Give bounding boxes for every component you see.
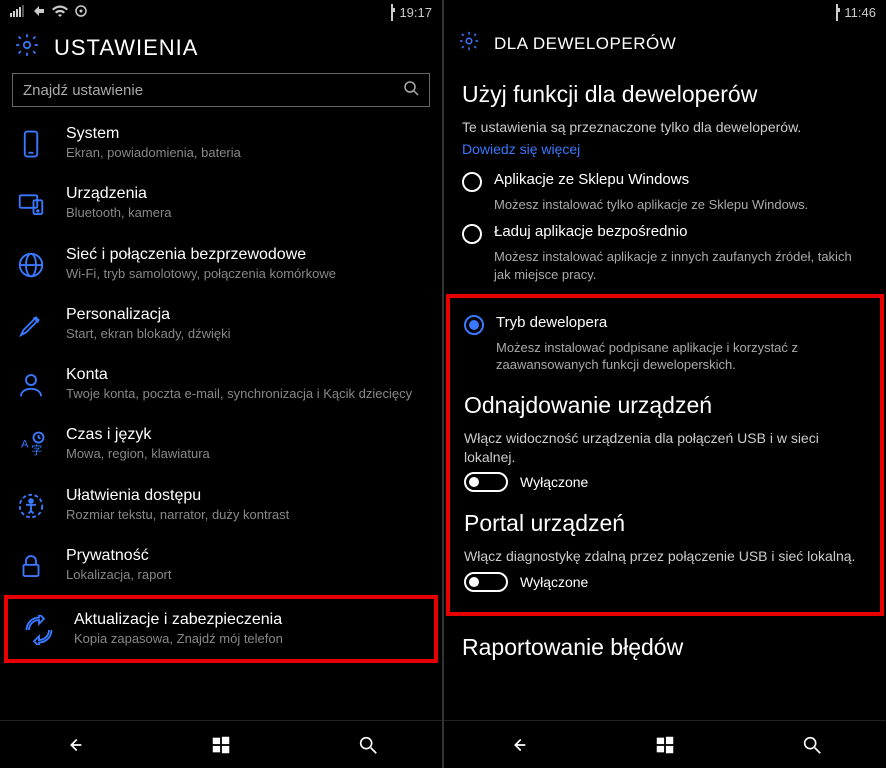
radio-icon [462, 224, 482, 244]
item-sub: Mowa, region, klawiatura [66, 446, 428, 462]
brush-icon [14, 308, 48, 342]
status-time: 11:46 [844, 5, 876, 20]
battery-icon [836, 5, 838, 20]
settings-item-accounts[interactable]: Konta Twoje konta, poczta e-mail, synchr… [0, 354, 442, 414]
section-heading-error-reporting: Raportowanie błędów [462, 634, 868, 661]
globe-icon [14, 248, 48, 282]
page-header: DLA DEWELOPERÓW [444, 24, 886, 65]
settings-item-update-security[interactable]: Aktualizacje i zabezpieczenia Kopia zapa… [8, 599, 434, 659]
svg-text:A: A [21, 439, 29, 451]
toggle-label: Wyłączone [520, 574, 588, 590]
radio-sideload-apps[interactable]: Ładuj aplikacje bezpośrednio [462, 223, 868, 244]
back-button[interactable] [44, 734, 104, 756]
settings-item-privacy[interactable]: Prywatność Lokalizacja, raport [0, 535, 442, 595]
portal-desc: Włącz diagnostykę zdalną przez połączeni… [464, 547, 866, 566]
item-title: System [66, 125, 428, 143]
section-heading-device-portal: Portal urządzeń [464, 510, 866, 537]
update-icon [22, 613, 56, 647]
item-sub: Lokalizacja, raport [66, 567, 428, 583]
status-time: 19:17 [399, 5, 432, 20]
wifi-icon [52, 5, 68, 20]
toggle-device-discovery[interactable] [464, 472, 508, 492]
svg-text:字: 字 [31, 443, 42, 457]
page-title: DLA DEWELOPERÓW [494, 34, 676, 54]
item-title: Personalizacja [66, 306, 428, 324]
battery-icon [391, 5, 393, 20]
toggle-device-portal[interactable] [464, 572, 508, 592]
nav-bar [444, 720, 886, 768]
learn-more-link[interactable]: Dowiedz się więcej [462, 141, 868, 157]
discovery-desc: Włącz widoczność urządzenia dla połączeń… [464, 429, 866, 467]
item-title: Urządzenia [66, 185, 428, 203]
settings-item-network[interactable]: Sieć i połączenia bezprzewodowe Wi-Fi, t… [0, 234, 442, 294]
search-input[interactable]: Znajdź ustawienie [12, 73, 430, 107]
back-button[interactable] [488, 734, 548, 756]
accessibility-icon [14, 489, 48, 523]
developer-settings-screen: 11:46 DLA DEWELOPERÓW Użyj funkcji dla d… [444, 0, 886, 768]
search-placeholder: Znajdź ustawienie [23, 82, 403, 99]
radio-label: Ładuj aplikacje bezpośrednio [494, 223, 687, 240]
account-icon [14, 368, 48, 402]
lock-icon [14, 549, 48, 583]
radio-label: Aplikacje ze Sklepu Windows [494, 171, 689, 188]
item-sub: Bluetooth, kamera [66, 205, 428, 221]
radio-label: Tryb dewelopera [496, 314, 607, 331]
nav-bar [0, 720, 442, 768]
gear-icon [14, 32, 40, 63]
devices-icon [14, 187, 48, 221]
section-heading-device-discovery: Odnajdowanie urządzeń [464, 392, 866, 419]
settings-item-devices[interactable]: Urządzenia Bluetooth, kamera [0, 173, 442, 233]
radio-developer-mode[interactable]: Tryb dewelopera [464, 314, 866, 335]
radio-desc: Możesz instalować tylko aplikacje ze Skl… [494, 196, 868, 214]
item-title: Sieć i połączenia bezprzewodowe [66, 246, 428, 264]
system-icon [14, 127, 48, 161]
item-sub: Ekran, powiadomienia, bateria [66, 145, 428, 161]
status-bar: 11:46 [444, 0, 886, 24]
settings-item-system[interactable]: System Ekran, powiadomienia, bateria [0, 113, 442, 173]
language-icon: A字 [14, 428, 48, 462]
intro-text: Te ustawienia są przeznaczone tylko dla … [462, 118, 868, 137]
gear-icon [458, 30, 480, 57]
page-title: USTAWIENIA [54, 35, 198, 61]
item-title: Aktualizacje i zabezpieczenia [74, 611, 420, 629]
item-sub: Twoje konta, poczta e-mail, synchronizac… [66, 386, 428, 402]
toggle-label: Wyłączone [520, 474, 588, 490]
signal-icon [10, 5, 26, 20]
status-bar: 19:17 [0, 0, 442, 24]
radio-icon-selected [464, 315, 484, 335]
radio-store-apps[interactable]: Aplikacje ze Sklepu Windows [462, 171, 868, 192]
radio-desc: Możesz instalować aplikacje z innych zau… [494, 248, 868, 283]
start-button[interactable] [635, 734, 695, 756]
search-icon [403, 80, 419, 100]
item-title: Czas i język [66, 426, 428, 444]
item-sub: Rozmiar tekstu, narrator, duży kontrast [66, 507, 428, 523]
item-title: Konta [66, 366, 428, 384]
location-icon [74, 4, 88, 21]
settings-list: System Ekran, powiadomienia, bateria Urz… [0, 113, 442, 720]
item-title: Ułatwienia dostępu [66, 487, 428, 505]
item-sub: Kopia zapasowa, Znajdź mój telefon [74, 631, 420, 647]
section-heading-developer-features: Użyj funkcji dla deweloperów [462, 81, 868, 108]
item-sub: Start, ekran blokady, dźwięki [66, 326, 428, 342]
highlight-annotation: Tryb dewelopera Możesz instalować podpis… [446, 294, 884, 617]
start-button[interactable] [191, 734, 251, 756]
settings-item-personalization[interactable]: Personalizacja Start, ekran blokady, dźw… [0, 294, 442, 354]
settings-item-time-language[interactable]: A字 Czas i język Mowa, region, klawiatura [0, 414, 442, 474]
search-button[interactable] [782, 734, 842, 756]
radio-desc: Możesz instalować podpisane aplikacje i … [496, 339, 866, 374]
developer-content: Użyj funkcji dla deweloperów Te ustawien… [444, 65, 886, 720]
settings-item-accessibility[interactable]: Ułatwienia dostępu Rozmiar tekstu, narra… [0, 475, 442, 535]
settings-screen: 19:17 USTAWIENIA Znajdź ustawienie Syste… [0, 0, 442, 768]
data-icon [32, 4, 46, 21]
radio-icon [462, 172, 482, 192]
highlight-annotation: Aktualizacje i zabezpieczenia Kopia zapa… [4, 595, 438, 663]
item-title: Prywatność [66, 547, 428, 565]
search-button[interactable] [338, 734, 398, 756]
page-header: USTAWIENIA [0, 24, 442, 73]
item-sub: Wi-Fi, tryb samolotowy, połączenia komór… [66, 266, 428, 282]
